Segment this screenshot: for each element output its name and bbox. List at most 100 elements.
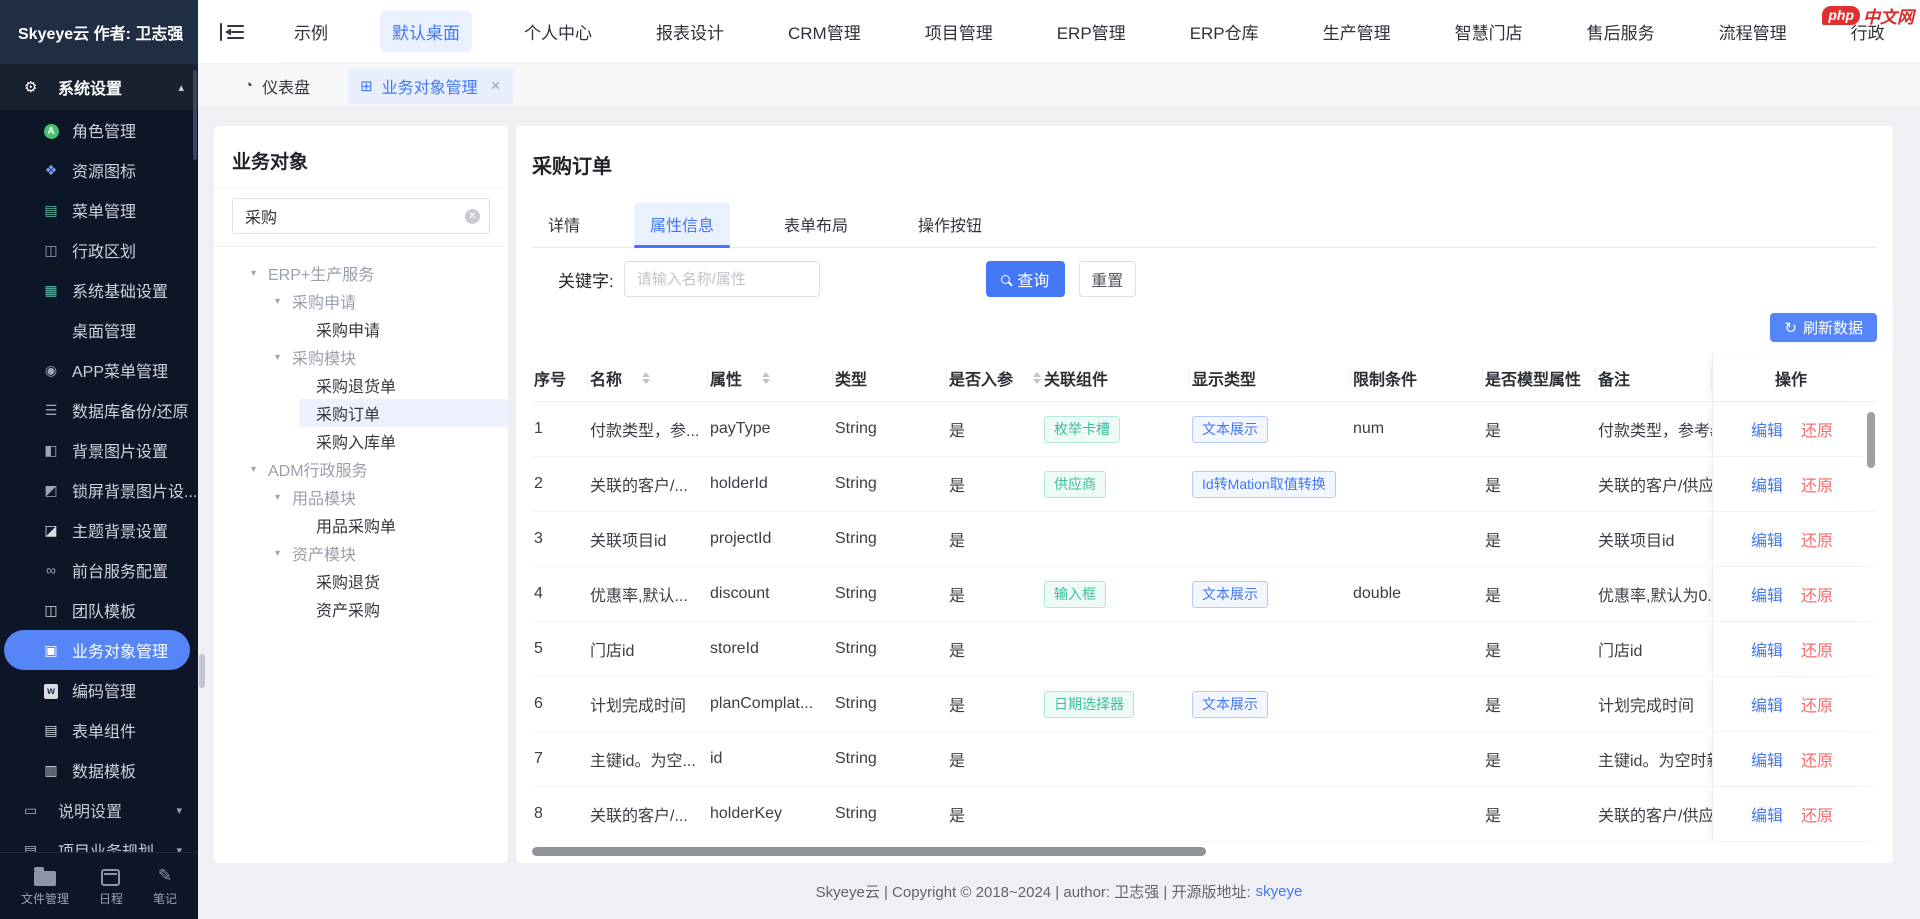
restore-link[interactable]: 还原 <box>1801 802 1833 826</box>
detail-tab[interactable]: 操作按钮 <box>902 203 998 247</box>
keyword-input[interactable] <box>624 261 820 297</box>
cell-attr: projectId <box>708 530 833 548</box>
sidebar-item[interactable]: ▦系统基础设置 <box>0 270 198 310</box>
tree-search-input[interactable] <box>232 198 490 234</box>
top-nav-tab[interactable]: 默认桌面 <box>380 11 472 52</box>
close-icon[interactable]: × <box>491 76 501 96</box>
sidebar-item[interactable]: 桌面管理 <box>0 310 198 350</box>
region-icon: ◫ <box>42 242 60 259</box>
tree-caret-icon[interactable]: ▾ <box>251 268 268 279</box>
tree-node[interactable]: ▾采购申请 <box>214 287 508 315</box>
sidebar-item[interactable]: ▤菜单管理 <box>0 190 198 230</box>
tree-node[interactable]: ▾ADM行政服务 <box>214 455 508 483</box>
sidebar-item[interactable]: ∞前台服务配置 <box>0 550 198 590</box>
detail-tab[interactable]: 表单布局 <box>768 203 864 247</box>
edit-link[interactable]: 编辑 <box>1751 417 1783 441</box>
restore-link[interactable]: 还原 <box>1801 527 1833 551</box>
sidebar-item[interactable]: ◩锁屏背景图片设... <box>0 470 198 510</box>
table-vertical-scrollbar-thumb[interactable] <box>1867 412 1875 468</box>
top-nav-tab[interactable]: 生产管理 <box>1311 11 1403 52</box>
top-nav-tab[interactable]: 示例 <box>282 11 340 52</box>
sidebar-footer-action[interactable]: 文件管理 <box>21 866 69 907</box>
page-tab[interactable]: ◔仪表盘 <box>232 68 322 104</box>
column-header[interactable]: 属性 <box>708 367 833 389</box>
tree-node[interactable]: ▾资产模块 <box>214 539 508 567</box>
sidebar-scrollbar-thumb[interactable] <box>193 70 197 160</box>
top-nav-tab[interactable]: 个人中心 <box>512 11 604 52</box>
edit-link[interactable]: 编辑 <box>1751 637 1783 661</box>
table-horizontal-scrollbar-thumb[interactable] <box>532 847 1206 856</box>
top-nav-tab[interactable]: 项目管理 <box>913 11 1005 52</box>
sort-arrows-icon[interactable] <box>642 372 650 384</box>
sidebar-section[interactable]: ▭说明设置▾ <box>0 790 198 830</box>
sidebar-item[interactable]: A角色管理 <box>0 110 198 150</box>
sidebar-item[interactable]: ▣业务对象管理 <box>4 630 190 670</box>
sidebar-item[interactable]: ☰数据库备份/还原 <box>0 390 198 430</box>
detail-tab[interactable]: 属性信息 <box>634 203 730 247</box>
sidebar-item[interactable]: ◧背景图片设置 <box>0 430 198 470</box>
tree-caret-icon[interactable]: ▾ <box>275 548 292 559</box>
tree-node[interactable]: ▾用品模块 <box>214 483 508 511</box>
sidebar-item[interactable]: w编码管理 <box>0 670 198 710</box>
cell-actions: 编辑还原 <box>1712 787 1869 841</box>
tree-node[interactable]: 资产采购 <box>214 595 508 623</box>
top-nav-tab[interactable]: 智慧门店 <box>1443 11 1535 52</box>
opensource-link[interactable]: skyeye <box>1256 883 1303 900</box>
sidebar-item[interactable]: ◫团队模板 <box>0 590 198 630</box>
tree-caret-icon[interactable]: ▾ <box>251 464 268 475</box>
edit-link[interactable]: 编辑 <box>1751 472 1783 496</box>
sort-arrows-icon[interactable] <box>1033 372 1041 384</box>
edit-link[interactable]: 编辑 <box>1751 802 1783 826</box>
edit-link[interactable]: 编辑 <box>1751 692 1783 716</box>
tree-node[interactable]: ▾采购模块 <box>214 343 508 371</box>
tree-caret-icon[interactable]: ▾ <box>275 296 292 307</box>
top-nav-tab[interactable]: ERP管理 <box>1045 11 1138 52</box>
tree-node[interactable]: 采购退货 <box>214 567 508 595</box>
tree-node[interactable]: ▾ERP+生产服务 <box>214 259 508 287</box>
tree-caret-icon[interactable]: ▾ <box>275 492 292 503</box>
cell-seq: 3 <box>532 530 588 548</box>
tree-node[interactable]: 采购订单 <box>214 399 508 427</box>
sidebar-item[interactable]: ▤表单组件 <box>0 710 198 750</box>
edit-link[interactable]: 编辑 <box>1751 527 1783 551</box>
restore-link[interactable]: 还原 <box>1801 637 1833 661</box>
edit-link[interactable]: 编辑 <box>1751 582 1783 606</box>
refresh-data-button[interactable]: ↻ 刷新数据 <box>1770 313 1877 342</box>
top-nav-tab[interactable]: ERP仓库 <box>1178 11 1271 52</box>
detail-tab[interactable]: 详情 <box>532 203 596 247</box>
sidebar-item[interactable]: ❖资源图标 <box>0 150 198 190</box>
sort-arrows-icon[interactable] <box>762 372 770 384</box>
clear-search-icon[interactable]: ✕ <box>465 209 480 224</box>
php-logo-text: 中文网 <box>1863 3 1914 28</box>
restore-link[interactable]: 还原 <box>1801 692 1833 716</box>
restore-link[interactable]: 还原 <box>1801 472 1833 496</box>
query-button[interactable]: 查询 <box>986 261 1065 297</box>
collapse-sidebar-icon[interactable] <box>220 22 244 42</box>
column-header[interactable]: 是否入参 <box>947 367 1042 389</box>
restore-link[interactable]: 还原 <box>1801 582 1833 606</box>
sidebar-item[interactable]: ◪主题背景设置 <box>0 510 198 550</box>
top-nav-tab[interactable]: CRM管理 <box>776 11 873 52</box>
tree-node[interactable]: 用品采购单 <box>214 511 508 539</box>
content-scrollbar-thumb[interactable] <box>199 654 205 688</box>
top-nav-tab[interactable]: 售后服务 <box>1575 11 1667 52</box>
top-nav-tab[interactable]: 流程管理 <box>1707 11 1799 52</box>
sidebar-section[interactable]: ▤项目业务规划▾ <box>0 830 198 852</box>
restore-link[interactable]: 还原 <box>1801 417 1833 441</box>
restore-link[interactable]: 还原 <box>1801 747 1833 771</box>
sidebar-item[interactable]: ◫行政区划 <box>0 230 198 270</box>
page-tab[interactable]: ⊞业务对象管理× <box>348 68 513 104</box>
sidebar-footer-action[interactable]: 日程 <box>99 866 123 907</box>
sidebar-footer-action[interactable]: ✎笔记 <box>153 866 177 907</box>
edit-link[interactable]: 编辑 <box>1751 747 1783 771</box>
sidebar-item[interactable]: ▥数据模板 <box>0 750 198 790</box>
tree-node[interactable]: 采购申请 <box>214 315 508 343</box>
tree-node[interactable]: 采购退货单 <box>214 371 508 399</box>
sidebar-item[interactable]: ◉APP菜单管理 <box>0 350 198 390</box>
top-nav-tab[interactable]: 报表设计 <box>644 11 736 52</box>
column-header[interactable]: 名称 <box>588 367 708 389</box>
reset-button[interactable]: 重置 <box>1079 261 1136 297</box>
tree-caret-icon[interactable]: ▾ <box>275 352 292 363</box>
sidebar-section-system-settings[interactable]: ⚙ 系统设置 ▴ <box>0 64 198 110</box>
tree-node[interactable]: 采购入库单 <box>214 427 508 455</box>
